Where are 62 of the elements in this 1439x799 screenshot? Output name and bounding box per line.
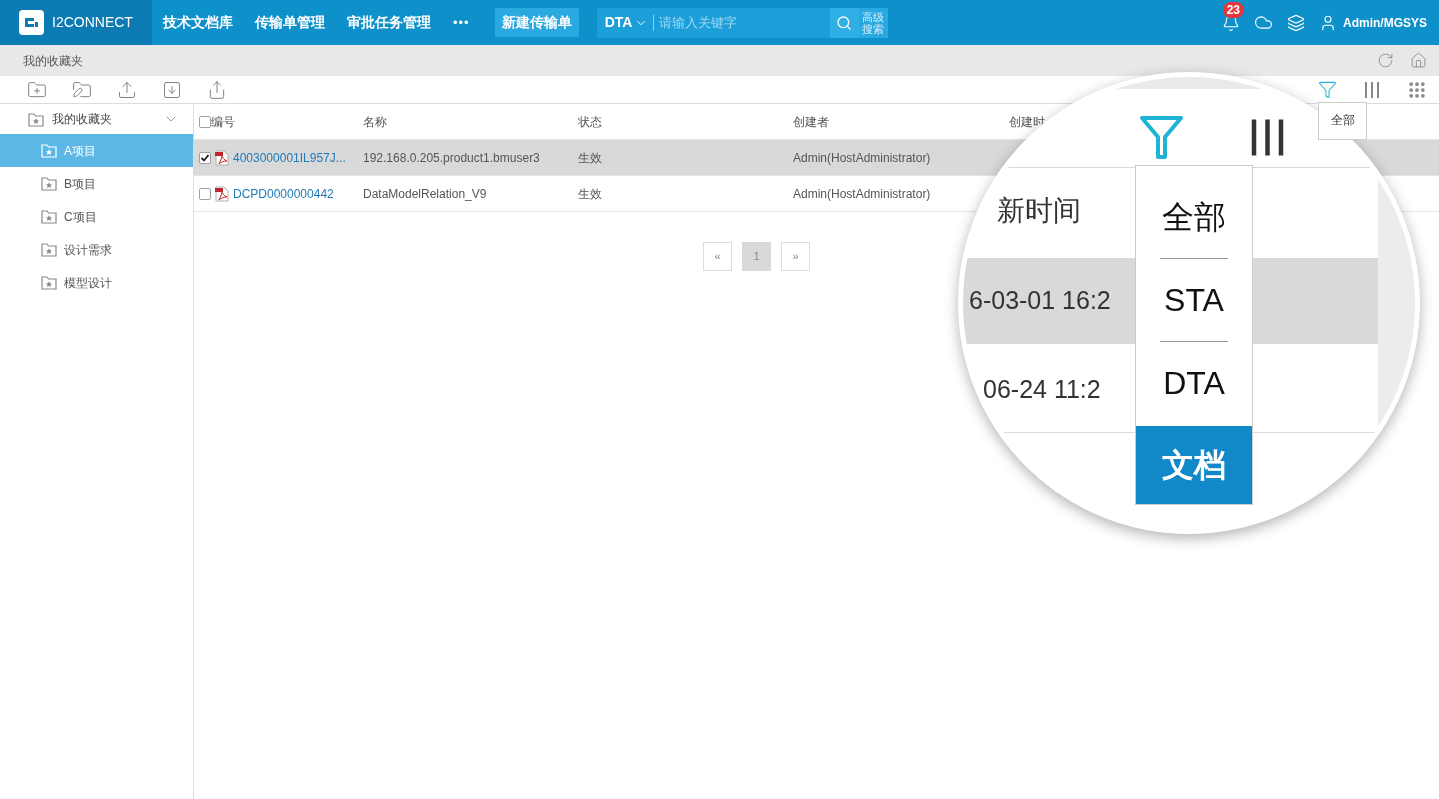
document-link[interactable]: 4003000001IL957J... [233,148,346,167]
column-header[interactable]: 状态 [578,112,602,131]
filter-icon [1140,115,1183,160]
cloud-icon[interactable] [1254,13,1273,32]
notification-count: 23 [1222,1,1244,18]
column-header[interactable]: 编号 [211,112,235,131]
next-page-button[interactable]: » [781,242,810,271]
nav-link[interactable]: 审批任务管理 [336,12,442,33]
table-cell-text: DataModelRelation_V9 [363,185,488,203]
date-text: 06-24 11:2 [983,373,1101,405]
pdf-file-icon [214,185,230,202]
previous-page-button[interactable]: « [703,242,732,271]
table-cell-text: 生效 [578,185,603,203]
star-folder-icon [41,143,57,158]
table-cell-text: 生效 [578,149,603,167]
home-icon[interactable] [1410,52,1427,69]
breadcrumb[interactable]: 我的收藏夹 [23,51,83,70]
sidebar-folder[interactable]: 我的收藏夹 [0,104,193,134]
search-icon [836,14,853,31]
sidebar-item[interactable]: 设计需求 [0,233,193,266]
pdf-file-icon [214,149,230,166]
logo-icon [19,10,44,35]
filter-icon[interactable] [1318,80,1337,99]
column-header[interactable]: 名称 [363,112,387,131]
checkbox[interactable] [199,115,211,128]
star-folder-icon [41,275,57,290]
sidebar-item[interactable]: C项目 [0,200,193,233]
layers-icon[interactable] [1287,13,1305,32]
user-name[interactable]: Admin/MGSYS [1343,13,1427,32]
logo-text: I2CONNECT [52,13,133,32]
filter-popup[interactable]: 全部 [1318,102,1367,140]
new-folder-icon[interactable] [27,79,47,100]
more-button[interactable]: ••• [442,12,481,33]
search-button[interactable] [829,7,859,38]
table-cell-text: 192.168.0.205.product1.bmuser3 [363,149,541,167]
menu-item[interactable]: 文档 [1136,426,1252,504]
star-folder-icon [41,242,57,257]
download-icon[interactable] [162,79,182,100]
share-icon[interactable] [207,79,227,100]
star-folder-icon [28,111,44,127]
refresh-icon[interactable] [1377,52,1394,69]
edit-folder-icon[interactable] [72,79,92,100]
table-cell-text: Admin(HostAdministrator) [793,185,932,203]
search-field[interactable]: DTA 请输入关键字 [596,7,830,38]
sidebar-item[interactable]: B项目 [0,167,193,200]
date-text: 6-03-01 16:2 [969,284,1111,316]
upload-icon[interactable] [117,79,137,100]
scope-dropdown[interactable]: DTA [596,12,654,33]
checkbox[interactable] [199,187,211,200]
checkbox[interactable] [199,151,211,164]
table-cell-text: Admin(HostAdministrator) [793,149,932,167]
star-folder-icon [41,176,57,191]
nav-link[interactable]: 技术文档库 [152,12,244,33]
column-header[interactable]: 创建者 [793,112,829,131]
user-icon[interactable] [1319,13,1337,32]
grid-icon[interactable] [1407,79,1427,100]
nav-link[interactable]: 传输单管理 [244,12,336,33]
keyword-input[interactable]: 请输入关键字 [659,12,820,33]
sidebar-item[interactable]: 模型设计 [0,266,193,299]
star-folder-icon [41,209,57,224]
logo-area[interactable]: I2CONNECT [0,0,152,45]
document-link[interactable]: DCPD0000000442 [233,184,334,203]
